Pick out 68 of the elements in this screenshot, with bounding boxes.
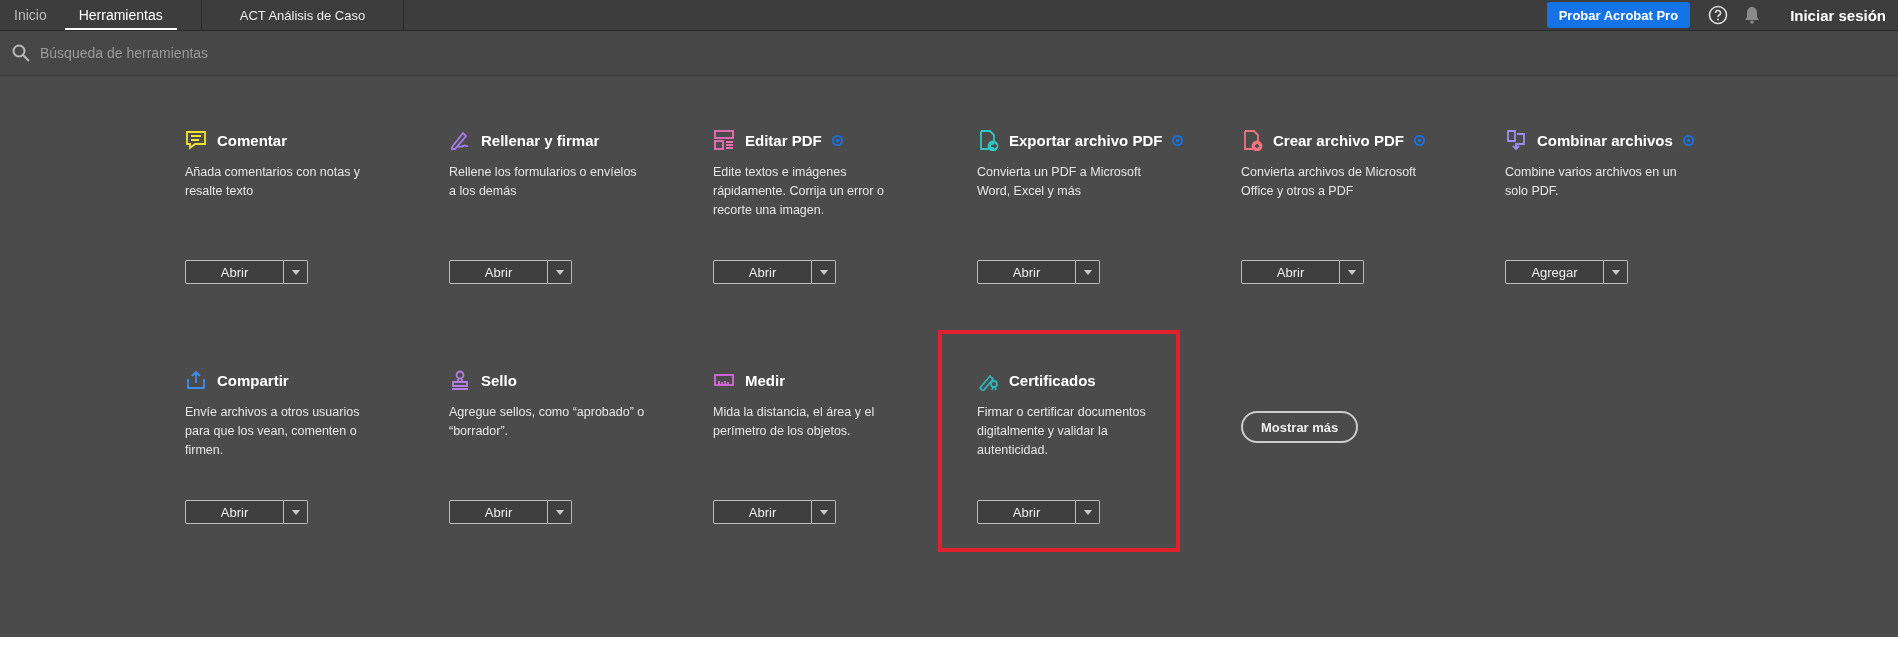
dropdown-button[interactable]: [548, 260, 572, 284]
share-icon: [185, 369, 207, 391]
pen-icon: [449, 129, 471, 151]
caret-icon: [291, 269, 300, 275]
document-plus-icon: [1241, 129, 1263, 151]
show-more-button[interactable]: Mostrar más: [1241, 411, 1359, 443]
open-button[interactable]: Agregar: [1505, 260, 1604, 284]
dropdown-button[interactable]: [1076, 500, 1100, 524]
caret-icon: [291, 509, 300, 515]
stamp-icon: [449, 369, 471, 391]
dropdown-button[interactable]: [812, 260, 836, 284]
speech-bubble-icon: [185, 129, 207, 151]
caret-icon: [819, 509, 828, 515]
open-button[interactable]: Abrir: [977, 260, 1076, 284]
open-button[interactable]: Abrir: [185, 500, 284, 524]
tool-title: Sello: [481, 371, 517, 389]
caret-icon: [555, 269, 564, 275]
open-button[interactable]: Abrir: [1241, 260, 1340, 284]
dropdown-button[interactable]: [1604, 260, 1628, 284]
tool-description: Envíe archivos a otros usuarios para que los vean, comenten o firmen.: [185, 404, 361, 459]
tool-title: Medir: [745, 371, 785, 389]
bell-icon[interactable]: [1744, 6, 1761, 24]
caret-icon: [1347, 269, 1356, 275]
open-button[interactable]: Abrir: [449, 500, 548, 524]
tool-description: Añada comentarios con notas y resalte texto: [185, 164, 362, 200]
sign-in-link[interactable]: Iniciar sesión: [1776, 0, 1898, 30]
dropdown-button[interactable]: [548, 500, 572, 524]
tool-title: Combinar archivos: [1537, 131, 1673, 149]
open-button[interactable]: Abrir: [185, 260, 284, 284]
tool-title: Rellenar y firmar: [481, 131, 600, 149]
dropdown-button[interactable]: [284, 500, 308, 524]
caret-icon: [819, 269, 828, 275]
tool-title: Editar PDF: [745, 131, 822, 149]
document-arrow-icon: [977, 129, 999, 151]
search-icon: [12, 44, 30, 62]
dropdown-button[interactable]: [812, 500, 836, 524]
caret-icon: [555, 509, 564, 515]
tool-title: Exportar archivo PDF: [1009, 131, 1163, 149]
tool-title: Crear archivo PDF: [1273, 131, 1404, 149]
tool-title: Compartir: [217, 371, 289, 389]
caret-icon: [1083, 269, 1092, 275]
open-button[interactable]: Abrir: [713, 500, 812, 524]
help-icon[interactable]: [1708, 5, 1729, 25]
layout-icon: [713, 129, 735, 151]
merge-documents-icon: [1505, 129, 1527, 151]
tool-description: Firmar o certificar documentos digitalmente y validar la autenticidad.: [977, 404, 1147, 459]
nav-tab[interactable]: Herramientas: [64, 0, 177, 30]
tool-description: Convierta un PDF a Microsoft Word, Excel y más: [977, 164, 1142, 200]
open-button[interactable]: Abrir: [977, 500, 1076, 524]
tool-description: Combine varios archivos en un solo PDF.: [1505, 164, 1678, 200]
dropdown-button[interactable]: [1340, 260, 1364, 284]
dropdown-button[interactable]: [1076, 260, 1100, 284]
tool-description: Mida la distancia, el área y el perímetro de los objetos.: [713, 404, 876, 440]
search-field[interactable]: Búsqueda de herramientas: [38, 44, 442, 62]
tool-description: Convierta archivos de Microsoft Office y otros a PDF: [1241, 164, 1418, 200]
tool-description: Agregue sellos, como “aprobado” o “borrador”.: [449, 404, 645, 440]
dropdown-button[interactable]: [284, 260, 308, 284]
tool-title: Comentar: [217, 131, 287, 149]
tool-description: Edite textos e imágenes rápidamente. Corrija un error o recorte una imagen.: [713, 164, 885, 219]
document-tab[interactable]: ACT Análisis de Caso: [200, 0, 405, 30]
tool-title: Certificados: [1009, 371, 1096, 389]
try-pro-button[interactable]: Probar Acrobat Pro: [1546, 2, 1691, 28]
tool-description: Rellene los formularios o envíelos a los demás: [449, 164, 638, 200]
nav-tab[interactable]: Inicio: [0, 0, 61, 30]
open-button[interactable]: Abrir: [713, 260, 812, 284]
caret-icon: [1083, 509, 1092, 515]
open-button[interactable]: Abrir: [449, 260, 548, 284]
caret-icon: [1611, 269, 1620, 275]
